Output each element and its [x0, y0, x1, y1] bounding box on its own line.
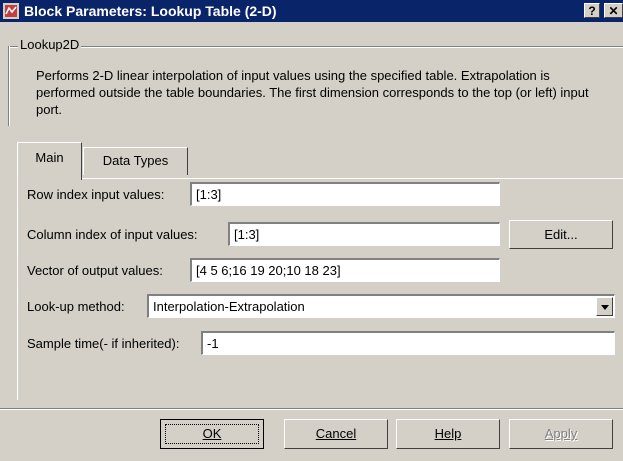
column-index-label: Column index of input values:	[27, 227, 198, 242]
tab-main[interactable]: Main	[17, 142, 82, 180]
sample-time-label: Sample time(- if inherited):	[27, 336, 180, 351]
chevron-down-icon[interactable]	[596, 297, 613, 316]
window-title: Block Parameters: Lookup Table (2-D)	[24, 3, 277, 19]
lookup-method-label: Look-up method:	[27, 299, 125, 314]
tab-panel	[17, 178, 623, 400]
button-separator	[0, 408, 623, 410]
cancel-button-label: Cancel	[315, 426, 357, 441]
edit-table-button[interactable]: Edit...	[509, 220, 613, 249]
output-values-label: Vector of output values:	[27, 263, 163, 278]
group-label: Lookup2D	[18, 37, 82, 52]
close-button[interactable]: ✕	[604, 3, 623, 18]
apply-button[interactable]: Apply	[509, 419, 613, 449]
focus-rect	[165, 424, 259, 444]
cancel-button[interactable]: Cancel	[284, 419, 388, 449]
block-description: Performs 2-D linear interpolation of inp…	[36, 68, 589, 117]
column-index-input[interactable]: [1:3]	[228, 222, 500, 246]
lookup-method-select[interactable]: Interpolation-Extrapolation	[147, 294, 615, 318]
help-button[interactable]: Help	[396, 419, 500, 449]
output-values-input[interactable]: [4 5 6;16 19 20;10 18 23]	[190, 258, 500, 282]
ok-button[interactable]: OK	[160, 419, 264, 449]
tab-data-types[interactable]: Data Types	[83, 147, 188, 175]
block-parameters-dialog: Block Parameters: Lookup Table (2-D) ? ✕…	[0, 0, 623, 461]
row-index-label: Row index input values:	[27, 187, 165, 202]
sample-time-input[interactable]: -1	[201, 331, 615, 355]
group-frame-top	[8, 46, 623, 48]
title-bar[interactable]: Block Parameters: Lookup Table (2-D) ? ✕	[0, 0, 623, 22]
lookup-method-value: Interpolation-Extrapolation	[153, 299, 305, 314]
row-index-input[interactable]: [1:3]	[190, 182, 500, 206]
group-frame-left	[8, 46, 10, 126]
help-button-label: Help	[434, 426, 462, 441]
simulink-block-icon	[3, 3, 19, 19]
help-title-button[interactable]: ?	[584, 3, 600, 18]
apply-button-label: Apply	[544, 426, 578, 441]
